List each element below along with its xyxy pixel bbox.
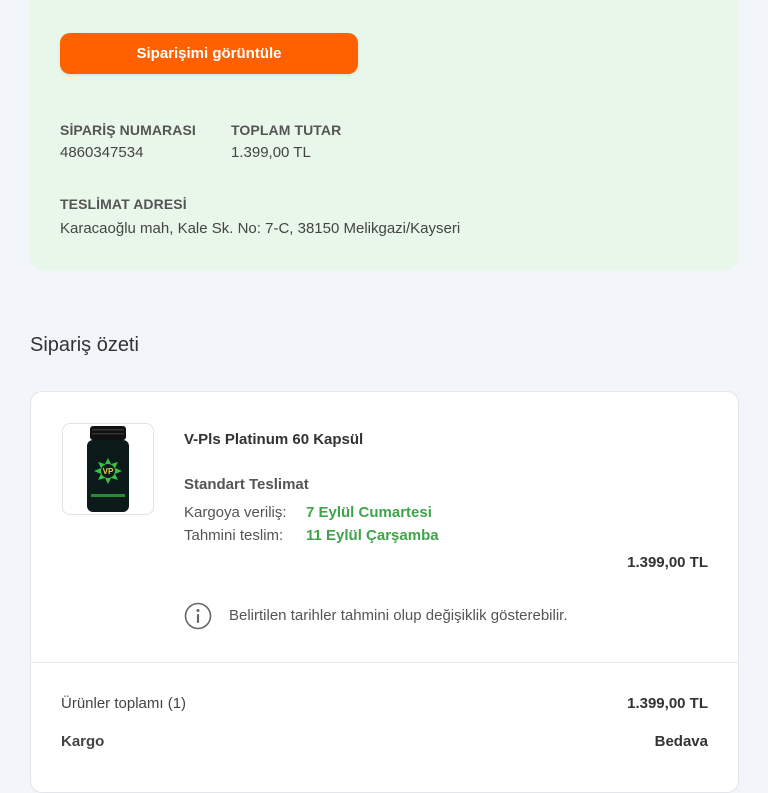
shipping-cost-label: Kargo bbox=[61, 733, 105, 750]
products-total-value: 1.399,00 TL bbox=[627, 695, 708, 712]
delivery-type: Standart Teslimat bbox=[184, 476, 309, 493]
order-total: 1.399,00 TL bbox=[231, 144, 311, 161]
divider bbox=[31, 662, 738, 663]
shipping-date: 7 Eylül Cumartesi bbox=[306, 504, 432, 521]
estimated-delivery-date: 11 Eylül Çarşamba bbox=[306, 527, 439, 544]
delivery-address: Karacaoğlu mah, Kale Sk. No: 7-C, 38150 … bbox=[60, 220, 461, 237]
product-name[interactable]: V-Pls Platinum 60 Kapsül bbox=[184, 431, 363, 448]
shipping-cost-value: Bedava bbox=[654, 733, 708, 750]
products-total-label: Ürünler toplamı (1) bbox=[61, 695, 187, 712]
svg-text:VP: VP bbox=[103, 467, 114, 476]
order-number: 4860347534 bbox=[60, 144, 144, 161]
supplement-bottle-icon: VP bbox=[87, 426, 129, 512]
product-image[interactable]: VP bbox=[62, 423, 154, 515]
product-price: 1.399,00 TL bbox=[627, 554, 708, 571]
shipping-date-label: Kargoya veriliş: bbox=[184, 504, 287, 521]
order-total-label: TOPLAM TUTAR bbox=[231, 122, 342, 138]
order-number-label: SİPARİŞ NUMARASI bbox=[60, 122, 196, 138]
view-order-button[interactable]: Siparişimi görüntüle bbox=[60, 33, 358, 74]
info-circle-icon bbox=[184, 602, 212, 630]
delivery-address-label: TESLİMAT ADRESİ bbox=[60, 196, 187, 212]
delivery-date-note: Belirtilen tarihler tahmini olup değişik… bbox=[229, 607, 568, 624]
estimated-delivery-label: Tahmini teslim: bbox=[184, 527, 284, 544]
order-summary-title: Sipariş özeti bbox=[30, 334, 139, 356]
